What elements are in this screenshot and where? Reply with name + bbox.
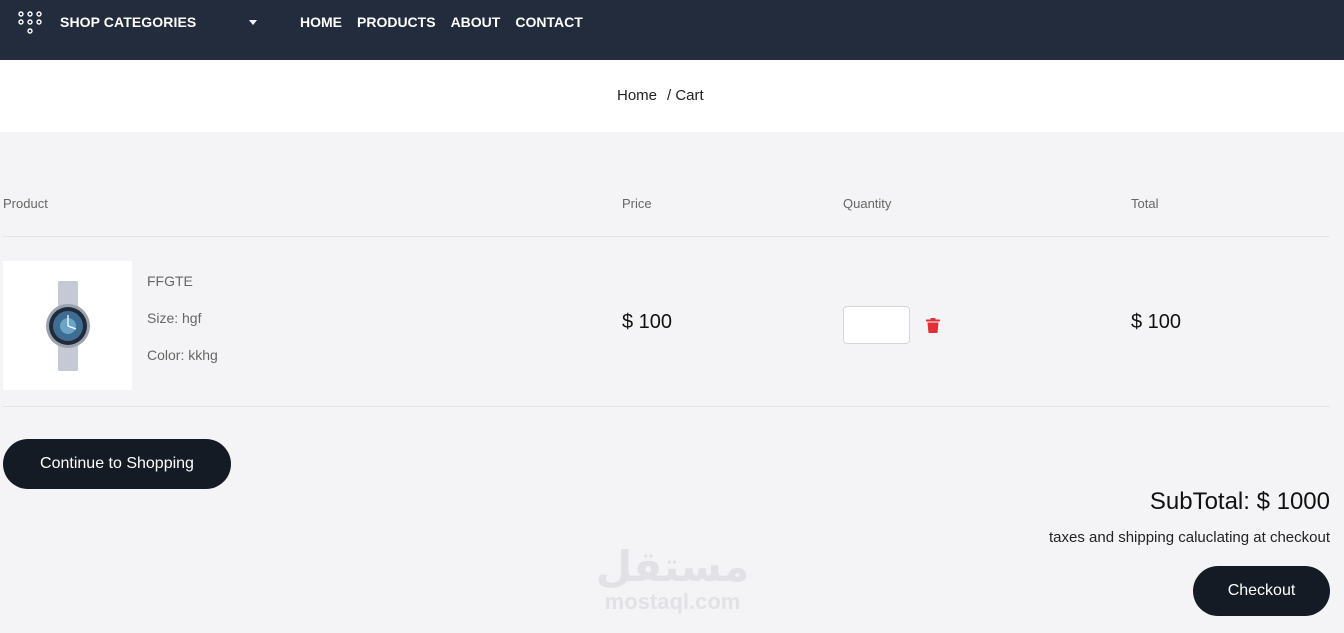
- checkout-button[interactable]: Checkout: [1193, 566, 1330, 616]
- product-image[interactable]: [3, 261, 132, 390]
- smartwatch-icon: [45, 280, 90, 371]
- product-name[interactable]: FFGTE: [147, 273, 193, 289]
- trash-icon[interactable]: [926, 318, 940, 333]
- grid-dots-icon[interactable]: [18, 11, 42, 35]
- shop-categories-label[interactable]: SHOP CATEGORIES: [60, 14, 196, 30]
- nav-contact[interactable]: CONTACT: [515, 14, 582, 30]
- nav-home[interactable]: HOME: [300, 14, 342, 30]
- header-total: Total: [1131, 196, 1159, 211]
- subtotal: SubTotal: $ 1000: [1149, 488, 1330, 515]
- header-price: Price: [622, 196, 652, 211]
- continue-shopping-button[interactable]: Continue to Shopping: [3, 439, 231, 489]
- breadcrumb-home[interactable]: Home: [617, 87, 657, 104]
- header-quantity: Quantity: [843, 196, 892, 211]
- nav-about[interactable]: ABOUT: [451, 14, 501, 30]
- watermark-arabic: مستقل: [595, 542, 750, 591]
- taxes-note: taxes and shipping caluclating at checko…: [1048, 529, 1330, 546]
- header-divider: [3, 236, 1330, 237]
- product-price: $ 100: [622, 311, 673, 333]
- main-nav: HOME PRODUCTS ABOUT CONTACT: [300, 14, 583, 30]
- nav-products[interactable]: PRODUCTS: [357, 14, 436, 30]
- quantity-input[interactable]: [843, 306, 910, 344]
- breadcrumb-bar: Home / Cart: [0, 60, 1344, 132]
- top-navbar: SHOP CATEGORIES HOME PRODUCTS ABOUT CONT…: [0, 0, 1344, 60]
- watermark: مستقل mostaql.com: [590, 545, 755, 615]
- breadcrumb: Home / Cart: [617, 87, 704, 104]
- row-divider: [3, 406, 1330, 407]
- watermark-latin: mostaql.com: [604, 589, 741, 614]
- row-total: $ 100: [1131, 311, 1182, 333]
- header-product: Product: [3, 196, 48, 211]
- breadcrumb-current: / Cart: [667, 87, 704, 104]
- product-color: Color: kkhg: [147, 347, 218, 363]
- caret-down-icon[interactable]: [249, 20, 257, 25]
- product-size: Size: hgf: [147, 310, 202, 326]
